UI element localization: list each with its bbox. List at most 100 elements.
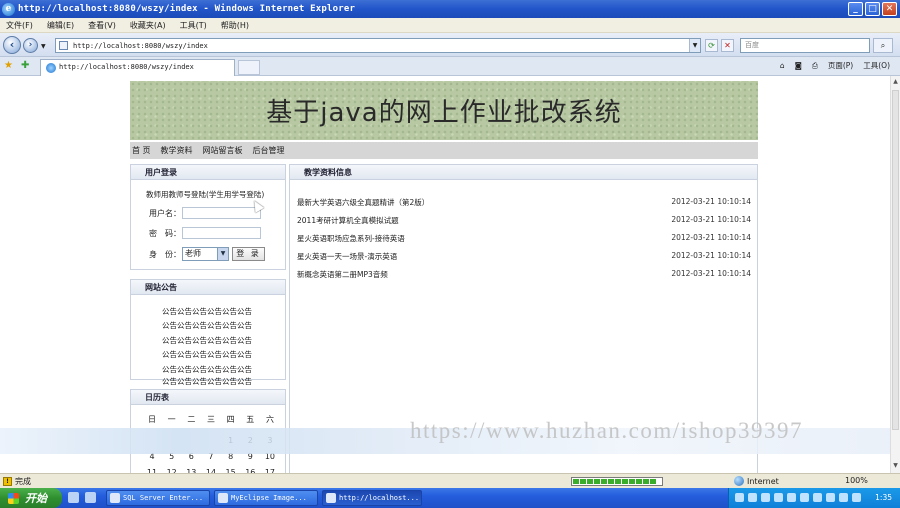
address-dropdown-icon[interactable]: ▼ (689, 39, 700, 52)
site-banner: 基于java的网上作业批改系统 (130, 81, 758, 140)
ie-quick-icon[interactable] (85, 492, 96, 503)
calendar-title: 日历表 (131, 390, 285, 405)
notice-line: 公告公告公告公告公告公告 (162, 307, 252, 316)
role-label: 身 份： (149, 250, 181, 259)
material-title[interactable]: 最新大学英语六级全真题精讲（第2版） (297, 197, 429, 208)
menu-view[interactable]: 查看(V) (88, 20, 116, 31)
watermark: https://www.huzhan.com/ishop39397 (410, 418, 803, 443)
material-title[interactable]: 2011考研计算机全真模拟试题 (297, 215, 399, 226)
taskbar-ie[interactable]: http://localhost... (322, 490, 422, 506)
tray-icon[interactable] (748, 493, 757, 502)
page-menu[interactable]: 页面(P) (828, 60, 853, 71)
tray-icon[interactable] (800, 493, 809, 502)
role-select[interactable]: 老师 ▼ (182, 247, 229, 261)
login-hint: 教师用教师号登陆(学生用学号登陆) (146, 190, 265, 199)
tray-icon[interactable] (761, 493, 770, 502)
site-nav: 首 页 教学资料 网站留言板 后台管理 (130, 142, 758, 159)
list-item[interactable]: 最新大学英语六级全真题精讲（第2版） 2012-03-21 10:10:14 (297, 197, 751, 209)
add-favorite-icon[interactable]: ✚ (21, 60, 29, 71)
tab-ie-icon (46, 63, 56, 73)
stop-icon[interactable]: ✕ (721, 39, 734, 52)
nav-admin[interactable]: 后台管理 (253, 145, 285, 156)
nav-home[interactable]: 首 页 (132, 145, 151, 156)
taskbar-myeclipse[interactable]: MyEclipse Image... (214, 490, 318, 506)
search-input[interactable]: 百度 (740, 38, 870, 53)
history-dropdown-icon[interactable]: ▼ (41, 43, 46, 50)
list-item[interactable]: 2011考研计算机全真模拟试题 2012-03-21 10:10:14 (297, 215, 751, 227)
print-icon[interactable]: ⎙ (812, 61, 818, 71)
calendar-weekdays: 日 一 二 三 四 五 六 (145, 414, 277, 425)
username-input[interactable] (182, 207, 261, 219)
home-icon[interactable]: ⌂ (780, 61, 785, 70)
browser-tab[interactable]: http://localhost:8080/wszy/index (40, 59, 235, 76)
tray-icon[interactable] (839, 493, 848, 502)
tray-icon[interactable] (774, 493, 783, 502)
list-item[interactable]: 星火英语职场应急系列-接待英语 2012-03-21 10:10:14 (297, 233, 751, 245)
material-date: 2012-03-21 10:10:14 (671, 269, 751, 278)
search-icon[interactable]: ⌕ (873, 38, 893, 53)
window-title: http://localhost:8080/wszy/index - Windo… (18, 4, 356, 14)
close-button[interactable]: ✕ (882, 2, 897, 16)
tab-row: ★ ✚ http://localhost:8080/wszy/index ⌂ ◙… (0, 57, 900, 76)
start-label: 开始 (25, 492, 47, 505)
forward-button[interactable]: › (23, 38, 38, 53)
taskbar-label: MyEclipse Image... (231, 494, 307, 502)
menu-edit[interactable]: 编辑(E) (47, 20, 74, 31)
tray-icon[interactable] (852, 493, 861, 502)
weekday: 一 (167, 415, 176, 424)
taskbar-label: SQL Server Enter... (123, 494, 204, 502)
start-button[interactable]: 开始 (0, 488, 62, 508)
material-title[interactable]: 星火英语职场应急系列-接待英语 (297, 233, 405, 244)
show-desktop-icon[interactable] (68, 492, 79, 503)
taskbar-label: http://localhost... (339, 494, 420, 502)
chevron-down-icon[interactable]: ▼ (217, 248, 228, 260)
password-input[interactable] (182, 227, 261, 239)
ie-taskbar-icon (326, 493, 336, 503)
taskbar-sql-server[interactable]: SQL Server Enter... (106, 490, 210, 506)
maximize-button[interactable]: □ (865, 2, 880, 16)
weekday: 日 (148, 415, 156, 424)
menu-file[interactable]: 文件(F) (6, 20, 33, 31)
tray-icon[interactable] (787, 493, 796, 502)
ie-icon: e (2, 2, 15, 16)
tools-menu[interactable]: 工具(O) (863, 60, 890, 71)
weekday: 五 (246, 415, 255, 424)
new-tab-button[interactable] (238, 60, 260, 75)
refresh-icon[interactable]: ⟳ (705, 39, 718, 52)
scroll-thumb[interactable] (892, 90, 899, 430)
menu-bar: 文件(F) 编辑(E) 查看(V) 收藏夹(A) 工具(T) 帮助(H) (0, 18, 900, 33)
material-title[interactable]: 星火英语一天一场景-演示英语 (297, 251, 397, 262)
minimize-button[interactable]: _ (848, 2, 863, 16)
nav-materials[interactable]: 教学资料 (161, 145, 193, 156)
address-bar[interactable]: http://localhost:8080/wszy/index ▼ (55, 38, 701, 53)
materials-title: 教学资料信息 (290, 165, 757, 180)
password-label: 密 码： (149, 229, 181, 238)
favorites-star-icon[interactable]: ★ (4, 60, 13, 71)
login-button[interactable]: 登 录 (232, 247, 265, 261)
notice-line: 公告公告公告公告公告公告 (162, 321, 252, 330)
tray-icon[interactable] (735, 493, 744, 502)
back-button[interactable]: ‹ (3, 36, 21, 54)
scroll-up-icon[interactable]: ▲ (891, 78, 900, 87)
list-item[interactable]: 新概念英语第二册MP3音频 2012-03-21 10:10:14 (297, 269, 751, 281)
nav-guestbook[interactable]: 网站留言板 (203, 145, 243, 156)
tray-icon[interactable] (813, 493, 822, 502)
menu-tools[interactable]: 工具(T) (180, 20, 207, 31)
security-zone: Internet (747, 476, 779, 486)
scroll-down-icon[interactable]: ▼ (891, 462, 900, 471)
material-title[interactable]: 新概念英语第二册MP3音频 (297, 269, 388, 280)
vertical-scrollbar[interactable]: ▲ ▼ (890, 76, 900, 473)
menu-help[interactable]: 帮助(H) (221, 20, 249, 31)
address-toolbar: ‹ › ▼ http://localhost:8080/wszy/index ▼… (0, 33, 900, 57)
address-url[interactable]: http://localhost:8080/wszy/index (73, 42, 208, 50)
menu-favorites[interactable]: 收藏夹(A) (130, 20, 166, 31)
notice-line: 公告公告公告公告公告公告 (162, 336, 252, 345)
tray-icon[interactable] (826, 493, 835, 502)
notice-panel: 网站公告 公告公告公告公告公告公告 公告公告公告公告公告公告 公告公告公告公告公… (130, 279, 286, 386)
taskbar: 开始 SQL Server Enter... MyEclipse Image..… (0, 488, 900, 508)
zoom-level[interactable]: 100% (845, 476, 868, 485)
username-label: 用户名： (149, 209, 181, 218)
notice-line: 公告公告公告公告公告公告 (162, 350, 252, 359)
feeds-icon[interactable]: ◙ (795, 61, 802, 70)
list-item[interactable]: 星火英语一天一场景-演示英语 2012-03-21 10:10:14 (297, 251, 751, 263)
